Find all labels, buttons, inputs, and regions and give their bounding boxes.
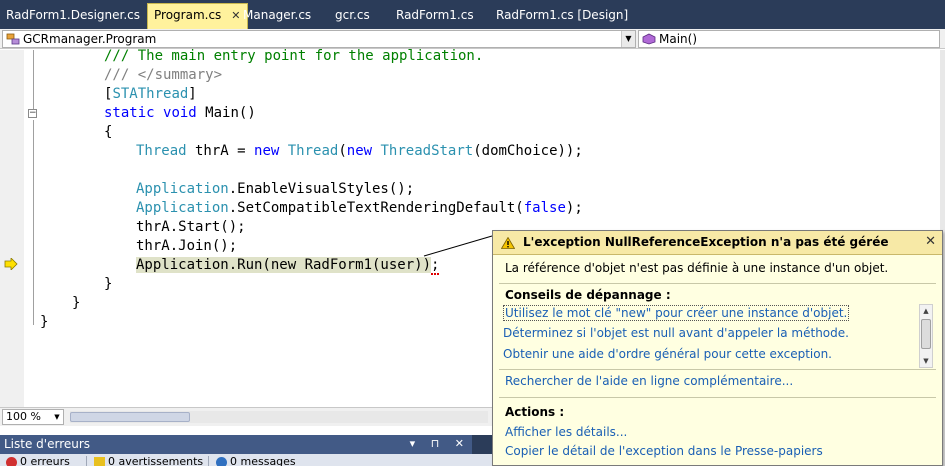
tab-radform1[interactable]: RadForm1.cs: [390, 4, 480, 29]
member-combo[interactable]: Main(): [638, 30, 940, 48]
online-help-link[interactable]: Rechercher de l'aide en ligne complément…: [505, 374, 793, 388]
tips-list: Utilisez le mot clé "new" pour créer une…: [501, 304, 923, 368]
zoom-value: 100 %: [6, 410, 41, 423]
tip-link[interactable]: Déterminez si l'objet est null avant d'a…: [503, 326, 849, 340]
tab-manager[interactable]: Manager.cs: [237, 4, 317, 29]
chevron-down-icon[interactable]: ▼: [621, 31, 635, 47]
warning-icon: [94, 457, 105, 466]
class-combo-value: GCRmanager.Program: [23, 32, 157, 46]
chevron-down-icon[interactable]: ▼: [920, 355, 932, 367]
chevron-up-icon[interactable]: ▲: [920, 305, 932, 317]
divider: [499, 369, 936, 370]
exception-title: L'exception NullReferenceException n'a p…: [523, 235, 889, 249]
separator: [208, 456, 209, 466]
editor-bottom-bar: 100 % ▼: [0, 407, 492, 426]
method-icon: [642, 33, 656, 45]
tab-radform1-designer[interactable]: RadForm1.Designer.cs: [0, 4, 146, 29]
class-icon: [6, 33, 20, 45]
tab-label: Manager.cs: [243, 8, 312, 22]
warning-icon: [501, 237, 515, 249]
tab-program[interactable]: Program.cs ✕: [147, 3, 248, 29]
actions-heading: Actions :: [505, 405, 565, 419]
tab-label: RadForm1.Designer.cs: [6, 8, 141, 22]
tip-link[interactable]: Obtenir une aide d'ordre général pour ce…: [503, 347, 832, 361]
separator: [86, 456, 87, 466]
member-combo-value: Main(): [659, 32, 698, 46]
tip-link[interactable]: Utilisez le mot clé "new" pour créer une…: [503, 305, 850, 321]
document-tab-bar: RadForm1.Designer.cs Program.cs ✕ Manager…: [0, 0, 945, 29]
panel-buttons[interactable]: ▾ ⊓ ✕: [410, 437, 470, 450]
exception-message: La référence d'objet n'est pas définie à…: [505, 261, 889, 275]
tips-scrollbar[interactable]: ▲ ▼: [919, 304, 933, 368]
view-details-link[interactable]: Afficher les détails...: [505, 425, 627, 439]
divider: [499, 397, 936, 398]
error-list-toolbar: 0 erreurs 0 avertissements 0 messages: [0, 454, 492, 466]
error-list-title[interactable]: Liste d'erreurs: [0, 435, 472, 454]
error-icon: [6, 457, 17, 466]
horizontal-scrollbar[interactable]: [70, 411, 488, 423]
messages-filter-button[interactable]: 0 messages: [214, 456, 296, 466]
navigation-bar: GCRmanager.Program ▼ Main(): [0, 29, 945, 49]
tab-label: RadForm1.cs [Design]: [496, 8, 629, 22]
divider: [499, 283, 936, 284]
exception-assistant-popup: L'exception NullReferenceException n'a p…: [492, 230, 943, 466]
error-list-panel: Liste d'erreurs ▾ ⊓ ✕ 0 erreurs 0 averti…: [0, 435, 492, 466]
tab-gcr[interactable]: gcr.cs: [329, 4, 376, 29]
zoom-combo[interactable]: 100 % ▼: [2, 409, 64, 425]
close-icon[interactable]: ✕: [925, 234, 936, 249]
tab-radform1-design[interactable]: RadForm1.cs [Design]: [490, 4, 634, 29]
warnings-filter-button[interactable]: 0 avertissements: [92, 456, 203, 466]
tips-heading: Conseils de dépannage :: [505, 288, 671, 302]
copy-exception-link[interactable]: Copier le détail de l'exception dans le …: [505, 444, 823, 458]
chevron-down-icon[interactable]: ▼: [51, 410, 63, 424]
warnings-count: 0 avertissements: [108, 455, 204, 466]
popup-header: L'exception NullReferenceException n'a p…: [493, 231, 942, 255]
scrollbar-thumb[interactable]: [70, 412, 190, 422]
class-combo[interactable]: GCRmanager.Program ▼: [2, 30, 636, 48]
tab-label: gcr.cs: [335, 8, 370, 22]
tab-label: Program.cs: [154, 8, 222, 22]
scrollbar-thumb[interactable]: [921, 319, 931, 349]
tab-label: RadForm1.cs: [396, 8, 474, 22]
info-icon: [216, 457, 227, 466]
errors-count: 0 erreurs: [20, 455, 70, 466]
messages-count: 0 messages: [230, 455, 296, 466]
errors-filter-button[interactable]: 0 erreurs: [4, 456, 70, 466]
